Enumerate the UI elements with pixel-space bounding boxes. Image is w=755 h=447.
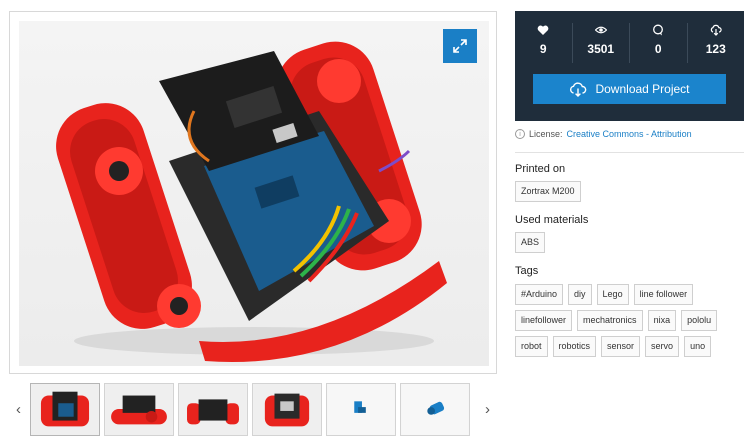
tag-item[interactable]: uno [684, 336, 712, 357]
tag-item[interactable]: sensor [601, 336, 641, 357]
carousel-prev-button[interactable]: ‹ [9, 382, 28, 437]
views-count: 3501 [587, 42, 615, 56]
thumbnail-carousel: ‹ › [9, 382, 497, 437]
thumbnail-2[interactable] [104, 383, 174, 436]
views-stat: 3501 [573, 23, 630, 63]
tag-item[interactable]: servo [645, 336, 680, 357]
printed-on-title: Printed on [515, 163, 566, 175]
tag-item[interactable]: #Arduino [515, 284, 564, 305]
tag-item[interactable]: Lego [596, 284, 629, 305]
thumbnail-1[interactable] [30, 383, 100, 436]
downloads-count: 123 [705, 42, 726, 56]
tags-list: #Arduino diy Lego line follower linefoll… [515, 284, 745, 357]
license-line: i License: Creative Commons - Attributio… [515, 129, 692, 139]
cloud-download-icon [710, 23, 722, 37]
heart-icon [537, 23, 549, 37]
used-materials-title: Used materials [515, 214, 589, 226]
materials-list: ABS [515, 232, 745, 253]
main-photo[interactable] [19, 21, 489, 366]
printed-on-list: Zortrax M200 [515, 181, 745, 202]
thumbnail-6[interactable] [400, 383, 470, 436]
tag-item[interactable]: line follower [633, 284, 694, 305]
expand-button[interactable] [443, 29, 477, 63]
chevron-left-icon: ‹ [16, 401, 21, 418]
expand-icon [453, 39, 467, 53]
thumbnail-list [30, 383, 470, 436]
tag-item[interactable]: diy [568, 284, 592, 305]
main-photo-frame [9, 11, 497, 374]
likes-stat[interactable]: 9 [515, 23, 573, 63]
license-prefix: License: [529, 129, 563, 139]
stats-panel: 9 3501 0 123 Download Project [515, 11, 744, 121]
license-link[interactable]: Creative Commons - Attribution [567, 129, 692, 139]
download-project-label: Download Project [595, 82, 690, 96]
info-icon: i [515, 129, 525, 139]
thumbnail-5[interactable] [326, 383, 396, 436]
downloads-stat: 123 [688, 23, 745, 63]
material-tag[interactable]: ABS [515, 232, 546, 253]
tag-item[interactable]: robot [515, 336, 548, 357]
likes-count: 9 [539, 42, 547, 56]
download-project-button[interactable]: Download Project [533, 74, 726, 104]
tag-item[interactable]: nixa [647, 310, 677, 331]
tags-title: Tags [515, 265, 539, 277]
printer-tag[interactable]: Zortrax M200 [515, 181, 581, 202]
tag-item[interactable]: mechatronics [577, 310, 643, 331]
stats-row: 9 3501 0 123 [515, 11, 744, 63]
comment-icon [652, 23, 664, 37]
divider [515, 152, 744, 153]
chevron-right-icon: › [485, 401, 490, 418]
tag-item[interactable]: pololu [681, 310, 718, 331]
tag-item[interactable]: robotics [552, 336, 597, 357]
comments-count: 0 [654, 42, 662, 56]
thumbnail-3[interactable] [178, 383, 248, 436]
tag-item[interactable]: linefollower [515, 310, 573, 331]
thumbnail-4[interactable] [252, 383, 322, 436]
project-page: ‹ › 9 3501 0 123 Download Project i Lice… [0, 0, 755, 447]
eye-icon [594, 23, 607, 37]
cloud-download-icon [570, 81, 587, 97]
comments-stat[interactable]: 0 [630, 23, 688, 63]
carousel-next-button[interactable]: › [478, 382, 497, 437]
